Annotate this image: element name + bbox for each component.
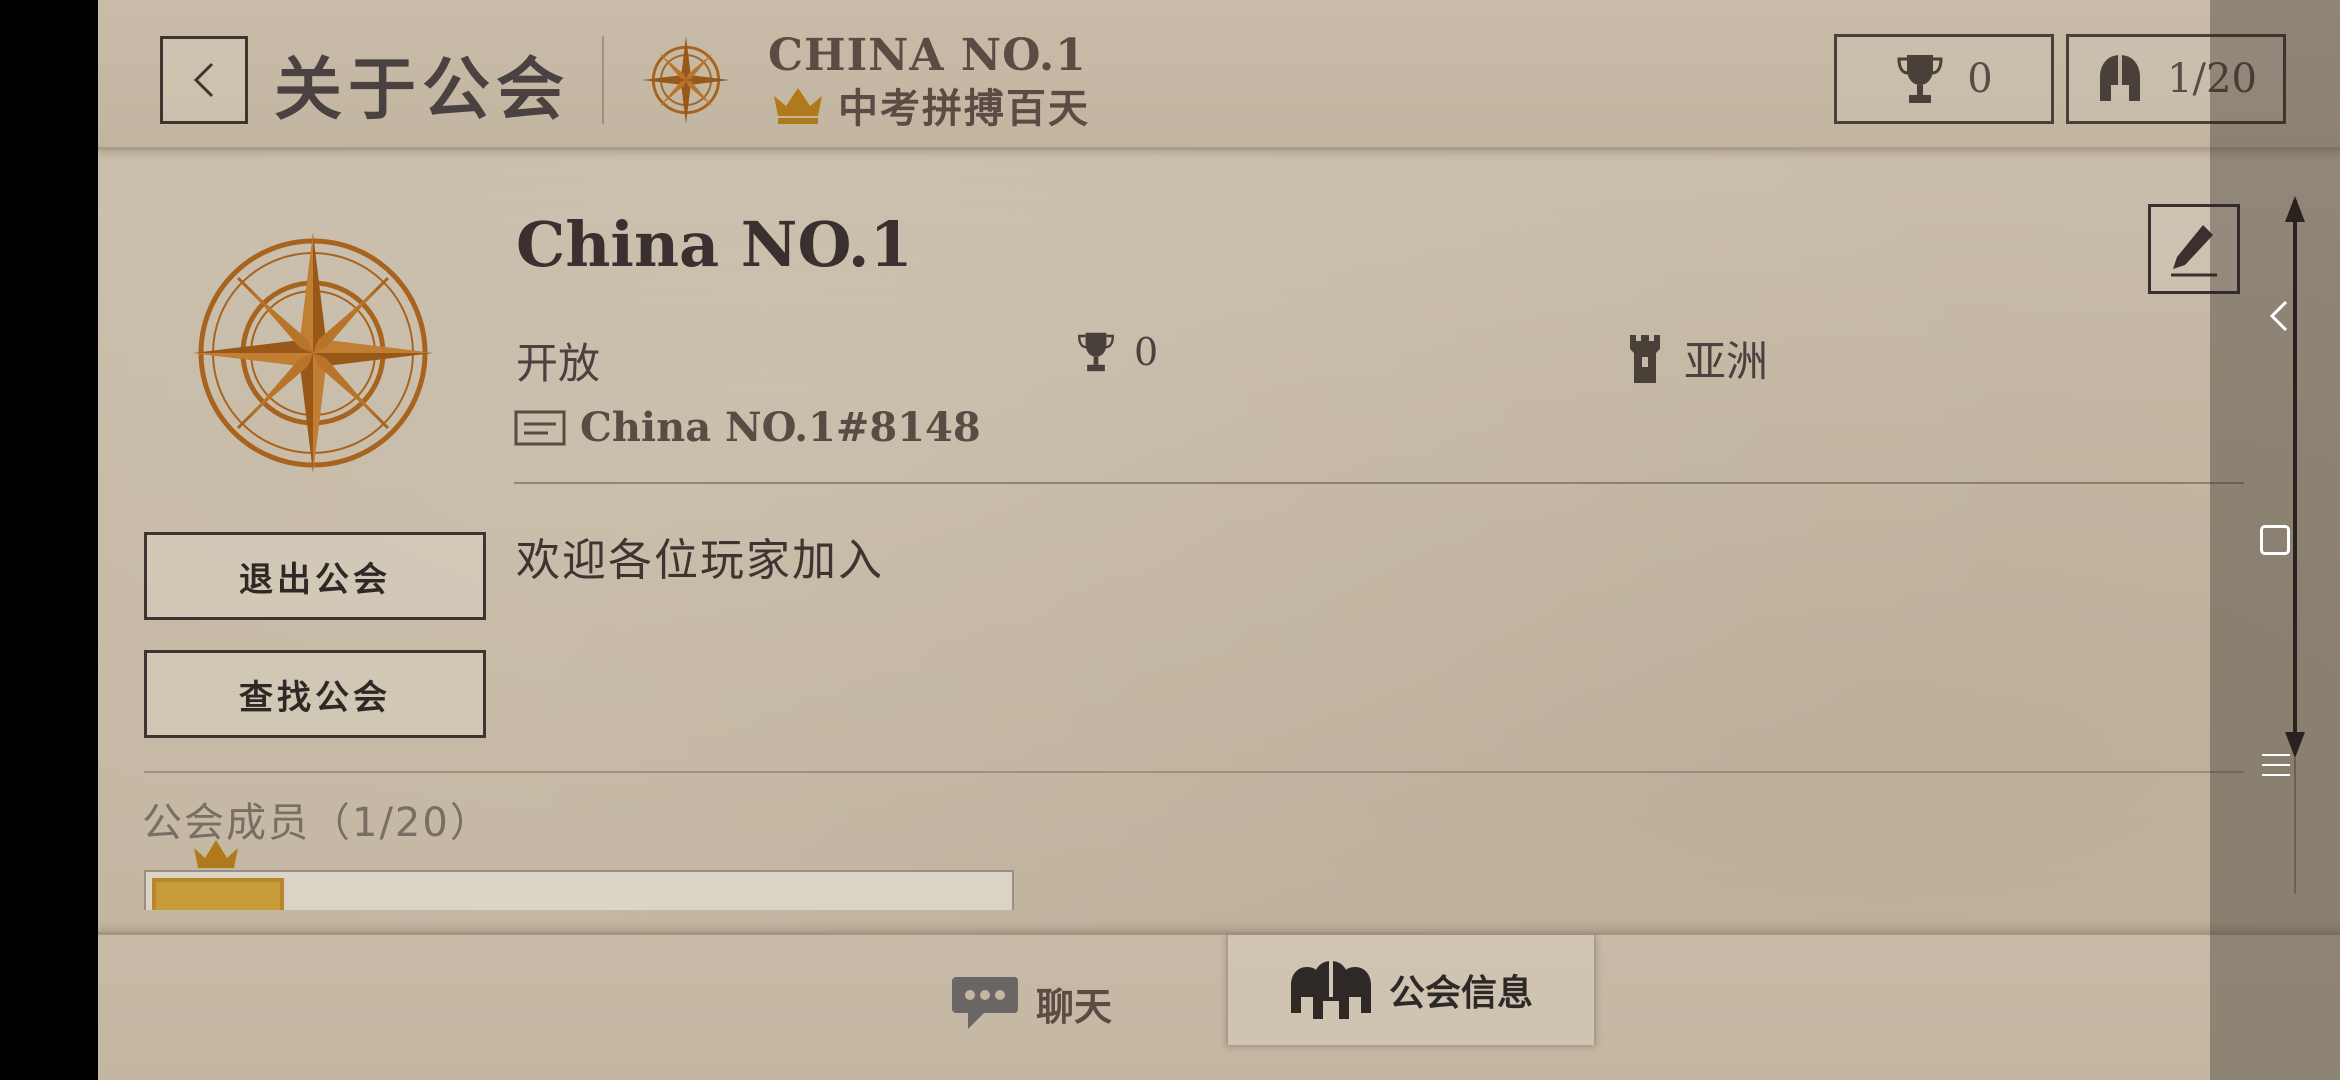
tab-guild-info-label: 公会信息 — [1388, 973, 1533, 1014]
trophy-icon — [1897, 55, 1943, 103]
avatar — [152, 878, 284, 910]
find-guild-button[interactable]: 查找公会 — [144, 650, 486, 738]
guild-description: 欢迎各位玩家加入 — [516, 535, 884, 586]
scrollbar-track[interactable] — [2293, 200, 2297, 750]
guild-trophies-value: 0 — [1134, 330, 1159, 374]
guild-id: China NO.1#8148 — [514, 404, 981, 451]
members-divider — [144, 771, 2244, 773]
header-guild-name: CHINA NO.1 — [768, 30, 1087, 81]
tab-guild-info[interactable]: 公会信息 — [1226, 935, 1596, 1045]
chevron-left-icon — [193, 62, 214, 98]
guild-region-value: 亚洲 — [1684, 337, 1769, 386]
screen: 关于公会 CHINA NO.1 中考拼搏百天 0 1/20 China NO.1… — [0, 0, 2340, 1080]
chat-bubble-icon — [952, 977, 1018, 1029]
trophy-stat: 0 — [1834, 34, 2054, 124]
header-guild-motto: 中考拼搏百天 — [838, 86, 1090, 132]
guild-emblem-icon — [193, 233, 433, 473]
nav-home-icon[interactable] — [2260, 525, 2290, 555]
id-card-icon — [514, 410, 566, 445]
guild-region: 亚洲 — [1628, 328, 1768, 389]
crown-icon — [194, 840, 238, 868]
bottom-tab-bar: 聊天 公会信息 — [98, 932, 2340, 1080]
guild-page: 关于公会 CHINA NO.1 中考拼搏百天 0 1/20 China NO.1… — [98, 0, 2340, 1080]
helmet-icon — [2100, 55, 2141, 101]
helmets-icon — [1290, 961, 1371, 1019]
guild-trophies: 0 — [1076, 328, 1158, 376]
crown-icon — [774, 88, 822, 124]
tab-chat-label: 聊天 — [1036, 984, 1113, 1029]
guild-name: China NO.1 — [516, 208, 913, 281]
compass-emblem-icon — [641, 35, 731, 125]
nav-back-icon[interactable] — [2264, 296, 2294, 336]
leave-guild-button[interactable]: 退出公会 — [144, 532, 486, 620]
trophy-icon — [1077, 332, 1115, 372]
scrollbar-tail — [2294, 758, 2296, 894]
guild-status: 开放 — [516, 339, 601, 388]
member-card[interactable] — [144, 870, 1014, 910]
trophy-stat-value: 0 — [1967, 56, 1993, 102]
back-button[interactable] — [160, 36, 248, 124]
nav-menu-icon[interactable] — [2260, 750, 2292, 780]
tower-icon — [1630, 334, 1660, 383]
guild-id-value: China NO.1#8148 — [580, 404, 981, 451]
page-title: 关于公会 — [274, 51, 571, 130]
info-divider — [514, 482, 2244, 484]
tab-chat[interactable]: 聊天 — [950, 961, 1112, 1045]
header-bar: 关于公会 CHINA NO.1 中考拼搏百天 0 1/20 — [98, 0, 2340, 150]
scroll-up-arrow-icon[interactable] — [2285, 196, 2305, 222]
header-divider — [602, 36, 604, 124]
